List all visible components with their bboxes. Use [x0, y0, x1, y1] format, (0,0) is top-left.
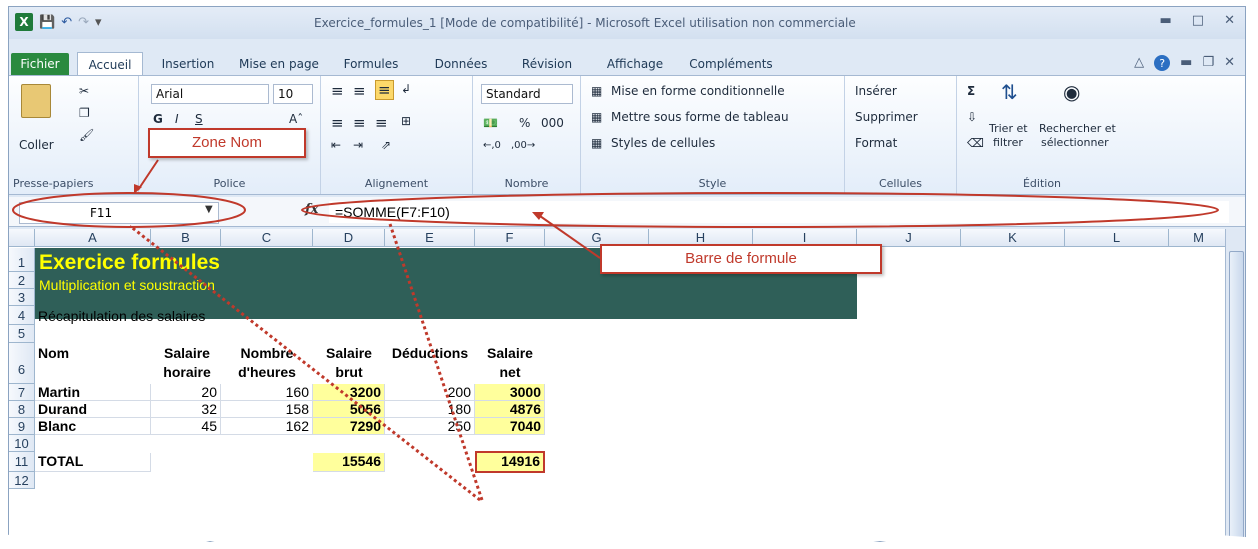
annotation-overlay	[12, 159, 1219, 502]
dotted-link-namebox	[129, 224, 481, 502]
zone-nom-callout: Zone Nom	[148, 128, 306, 158]
barre-arrow-head	[532, 212, 544, 220]
dotted-link-formula	[388, 223, 484, 501]
barre-arrow	[539, 215, 601, 259]
formula-bar-highlight	[301, 192, 1219, 228]
barre-formule-callout: Barre de formule	[600, 244, 882, 274]
torn-edge	[0, 529, 1258, 549]
name-box-highlight	[12, 192, 246, 228]
zone-nom-arrow	[137, 159, 159, 191]
